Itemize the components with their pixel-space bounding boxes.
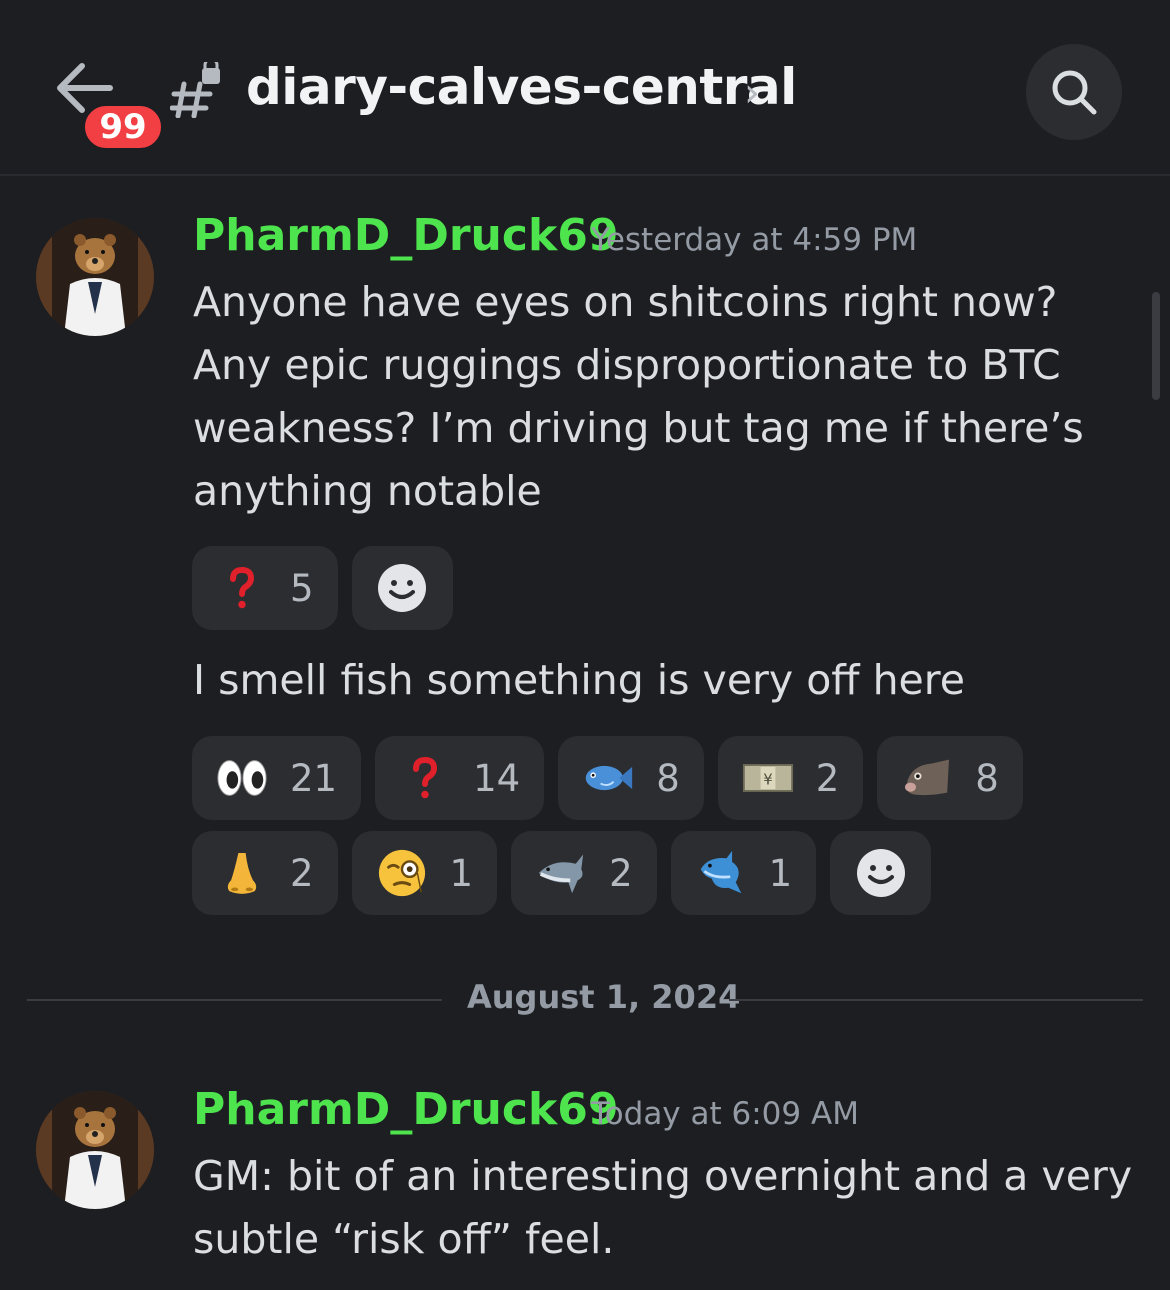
question-mark-icon — [214, 560, 270, 616]
avatar[interactable] — [36, 218, 154, 336]
dolphin-icon — [693, 845, 749, 901]
username[interactable]: PharmD_Druck69 — [193, 1084, 618, 1135]
reaction-monocle[interactable]: 1 — [351, 831, 498, 915]
question-mark-icon — [397, 750, 453, 806]
smiley-icon — [856, 849, 905, 897]
message-timestamp: Yesterday at 4:59 PM — [591, 222, 918, 258]
reaction-money[interactable]: ¥ 2 — [717, 736, 864, 820]
nose-icon — [214, 845, 270, 901]
reaction-eyes[interactable]: 21 — [192, 736, 362, 820]
fish-face-icon — [899, 750, 955, 806]
search-button[interactable] — [1026, 44, 1122, 140]
svg-text:¥: ¥ — [763, 771, 772, 789]
smiley-icon — [378, 564, 427, 612]
channel-title[interactable]: diary-calves-central — [246, 58, 797, 116]
message-text: Anyone have eyes on shitcoins right now?… — [193, 278, 1084, 515]
reaction-nose[interactable]: 2 — [192, 831, 338, 915]
locked-channel-icon — [169, 57, 224, 119]
money-icon: ¥ — [740, 750, 796, 806]
reaction-row: 2 1 2 1 — [192, 831, 932, 915]
reaction-dolphin[interactable]: 1 — [670, 831, 817, 915]
reaction-fish[interactable]: 8 — [558, 736, 704, 820]
reaction-shark[interactable]: 2 — [511, 831, 657, 915]
shark-icon — [533, 845, 589, 901]
divider-line — [27, 999, 442, 1001]
divider-date: August 1, 2024 — [467, 978, 741, 1016]
channel-header: 99 diary-calves-central › — [0, 0, 1170, 176]
scrollbar[interactable] — [1152, 292, 1160, 400]
reaction-fish-face[interactable]: 8 — [877, 736, 1023, 820]
monocle-face-icon — [374, 845, 430, 901]
date-divider: August 1, 2024 — [27, 972, 1143, 1028]
reaction-question[interactable]: 14 — [375, 736, 545, 820]
add-reaction-button[interactable] — [351, 546, 453, 630]
add-reaction-button[interactable] — [830, 831, 932, 915]
avatar[interactable] — [36, 1091, 154, 1209]
reaction-row: 21 14 8 ¥ 2 8 — [192, 736, 1023, 820]
reaction-question[interactable]: 5 — [192, 546, 338, 630]
message-timestamp: Today at 6:09 AM — [591, 1096, 859, 1132]
chevron-right-icon[interactable]: › — [744, 70, 760, 116]
message-text: GM: bit of an interesting overnight and … — [193, 1152, 1133, 1263]
unread-badge: 99 — [81, 102, 165, 152]
divider-line — [729, 999, 1143, 1001]
search-icon — [1052, 70, 1097, 115]
reaction-row: 5 — [192, 546, 453, 630]
eyes-icon — [214, 750, 270, 806]
fish-icon — [580, 750, 636, 806]
username[interactable]: PharmD_Druck69 — [193, 210, 618, 261]
message-text: I smell fish something is very off here — [193, 656, 965, 704]
